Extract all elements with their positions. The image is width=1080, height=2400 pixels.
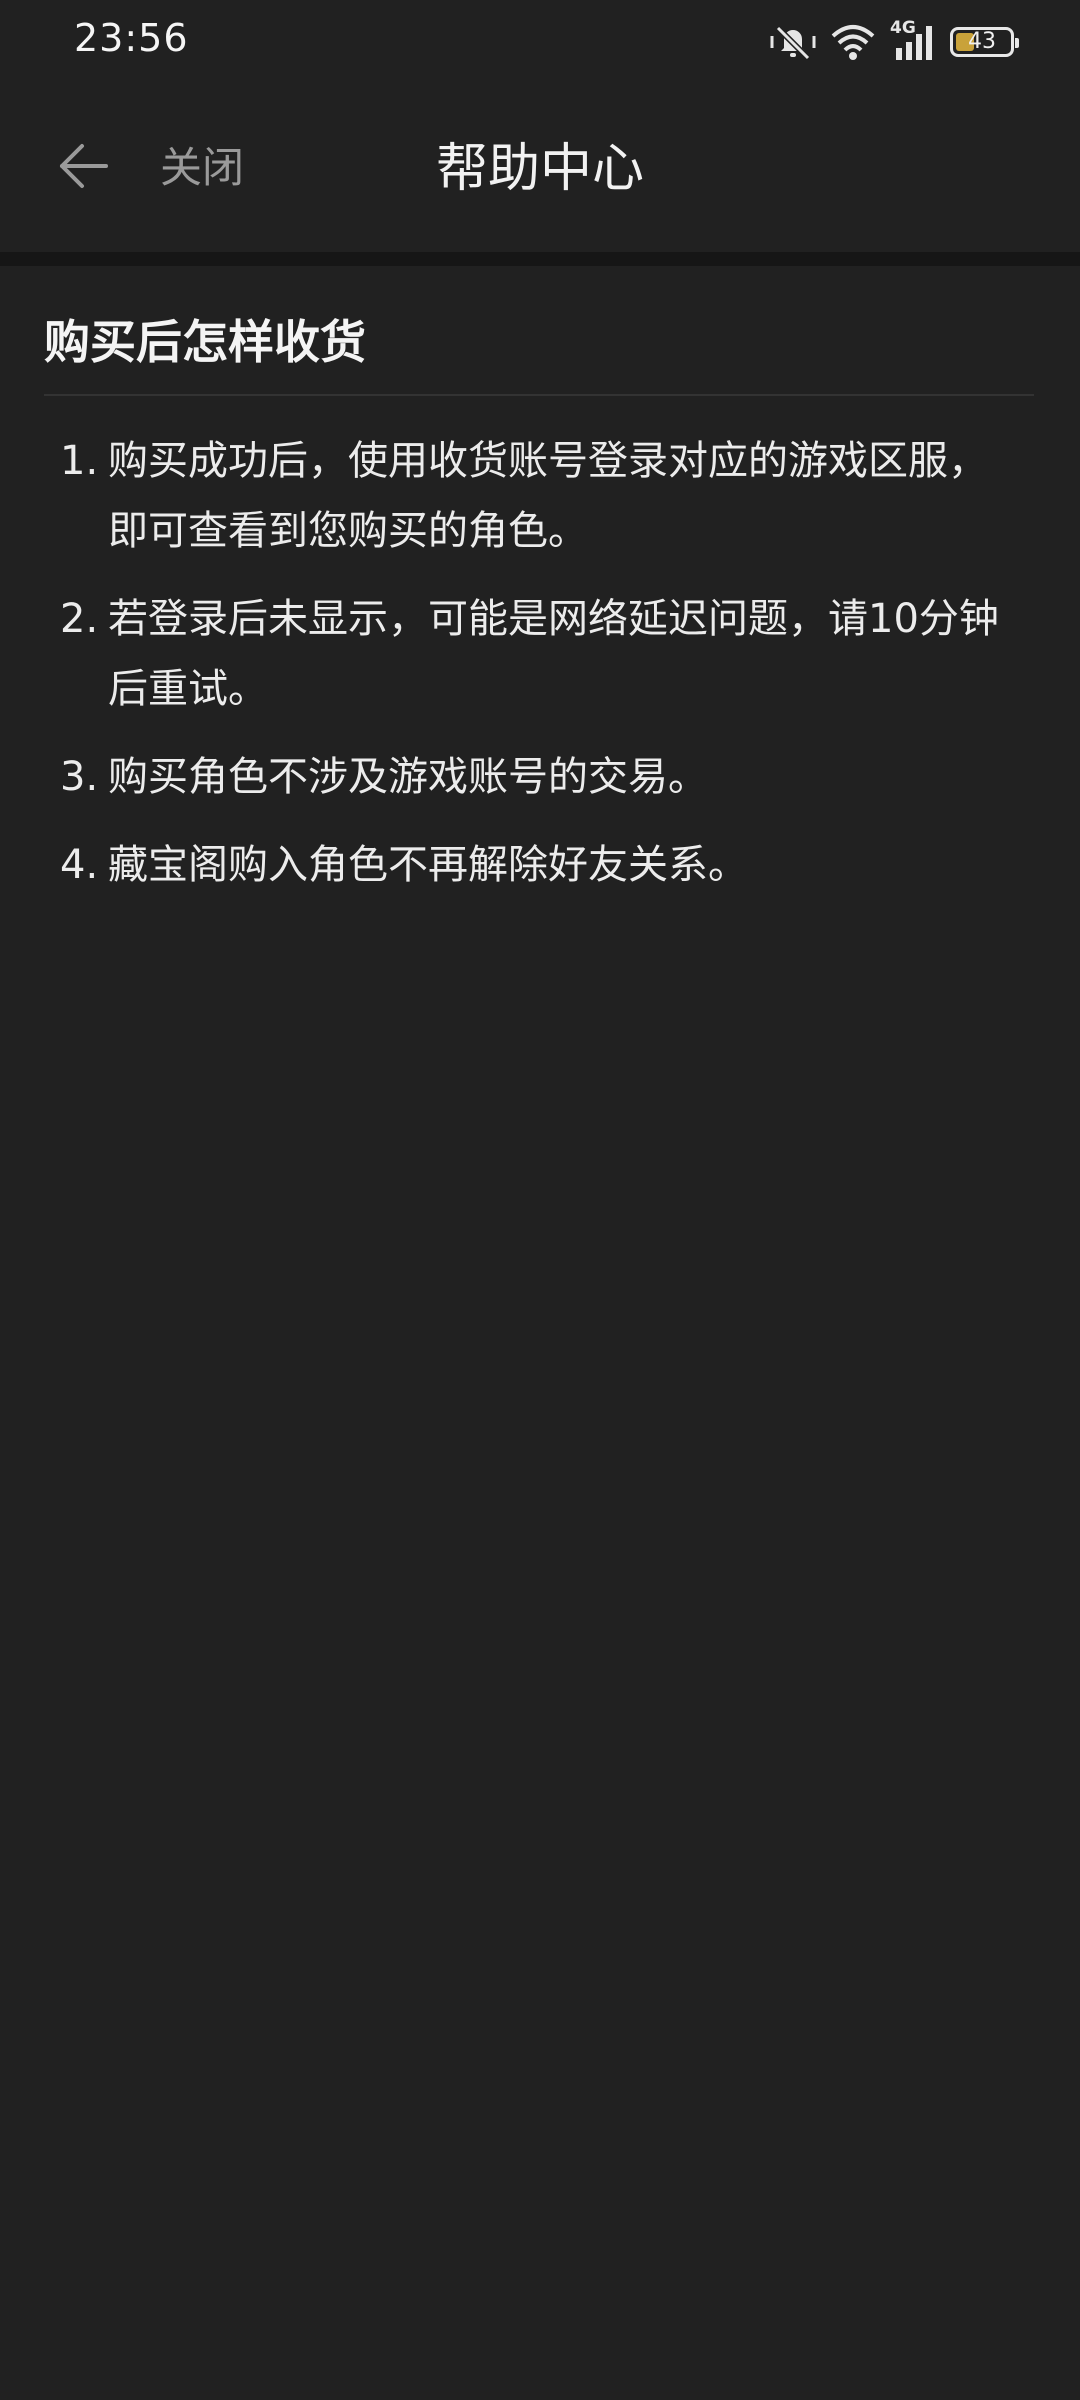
- step-number: 3.: [60, 754, 99, 800]
- battery-icon: 43: [950, 27, 1019, 57]
- step-number: 2.: [60, 596, 99, 642]
- step-text: 购买角色不涉及游戏账号的交易。: [108, 754, 708, 800]
- step-text: 藏宝阁购入角色不再解除好友关系。: [108, 842, 748, 888]
- list-item: 2. 若登录后未显示，可能是网络延迟问题，请10分钟后重试。: [60, 584, 1020, 724]
- status-icons: 4G 43: [770, 18, 1019, 66]
- battery-tip: [1015, 38, 1019, 48]
- article-title: 购买后怎样收货: [44, 315, 366, 369]
- list-item: 4. 藏宝阁购入角色不再解除好友关系。: [60, 830, 1020, 900]
- battery-percent: 43: [968, 29, 996, 54]
- step-text: 若登录后未显示，可能是网络延迟问题，请10分钟后重试。: [108, 596, 999, 712]
- list-item: 3. 购买角色不涉及游戏账号的交易。: [60, 742, 1020, 812]
- list-item: 1. 购买成功后，使用收货账号登录对应的游戏区服，即可查看到您购买的角色。: [60, 426, 1020, 566]
- mute-vibrate-icon: [770, 22, 816, 62]
- cellular-signal-icon: 4G: [890, 18, 936, 62]
- nav-divider: [0, 252, 1080, 266]
- status-bar: 23:56 4G 43: [0, 0, 1080, 84]
- nav-bar: 关闭 帮助中心: [0, 84, 1080, 252]
- status-time: 23:56: [74, 16, 189, 60]
- step-number: 1.: [60, 438, 99, 484]
- steps-list: 1. 购买成功后，使用收货账号登录对应的游戏区服，即可查看到您购买的角色。 2.…: [60, 426, 1020, 918]
- title-divider: [44, 394, 1034, 396]
- wifi-icon: [830, 22, 876, 62]
- step-text: 购买成功后，使用收货账号登录对应的游戏区服，即可查看到您购买的角色。: [108, 438, 988, 554]
- step-number: 4.: [60, 842, 99, 888]
- page-title: 帮助中心: [435, 139, 644, 199]
